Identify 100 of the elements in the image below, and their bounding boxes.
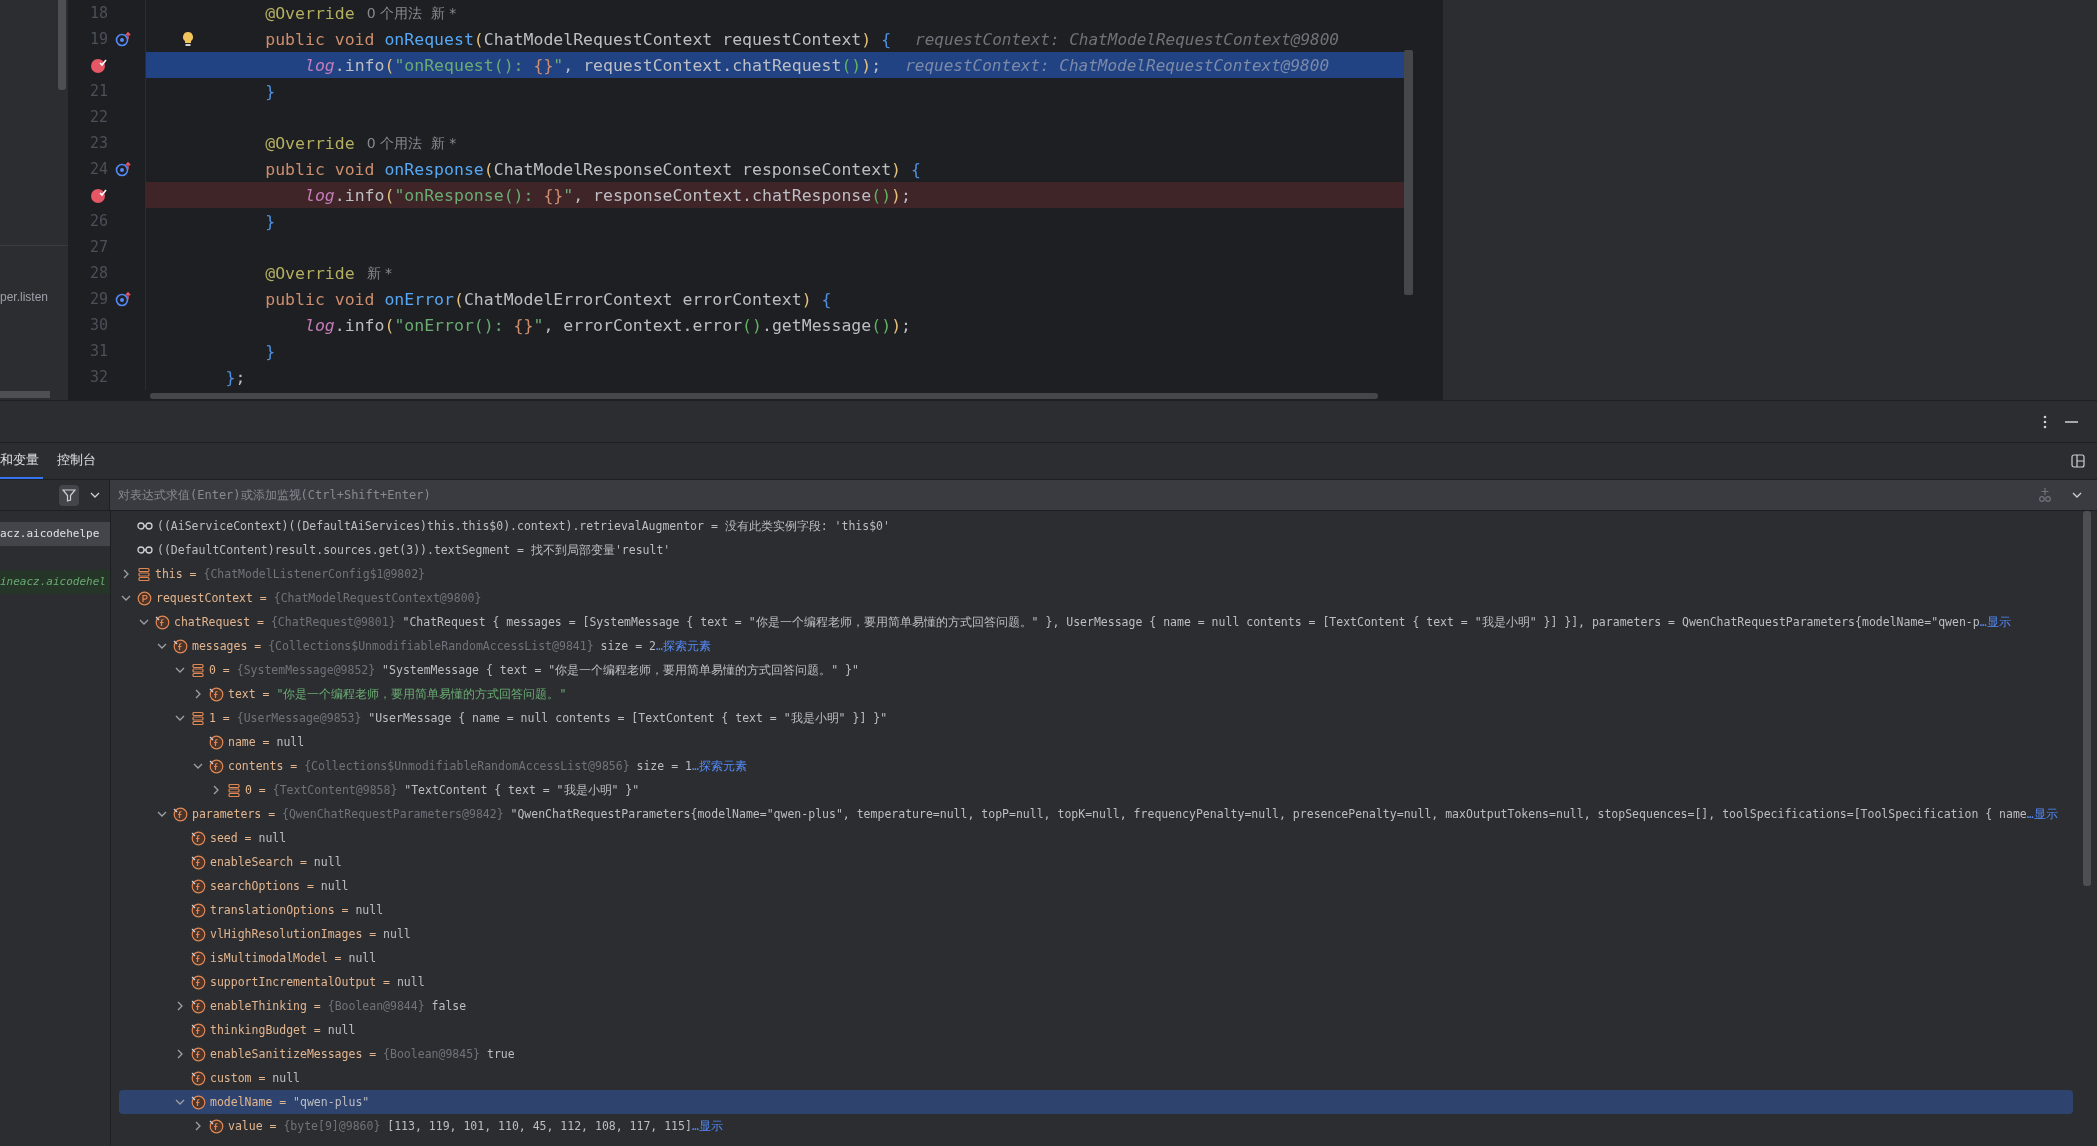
variable-entry: seed = null	[210, 831, 287, 845]
variable-entry: vlHighResolutionImages = null	[210, 927, 411, 941]
code-line: log.info("onError(): {}", errorContext.error().getMessage());	[304, 315, 911, 335]
editor-line[interactable]: @Override 0 个用法 新 *	[145, 0, 1404, 26]
variable-row[interactable]: custom = null	[119, 1066, 2073, 1090]
stack-icon	[191, 662, 205, 678]
variable-row[interactable]: modelName = "qwen-plus"	[119, 1090, 2073, 1114]
variable-entry: 0 = {SystemMessage@9852} "SystemMessage { text = "你是一个编程老师，要用简单易懂的方式回答问题。" }"	[209, 662, 859, 678]
variable-entry: 0 = {TextContent@9858} "TextContent { text = "我是小明" }"	[245, 782, 640, 798]
usage-hint[interactable]: 新 *	[366, 263, 393, 283]
stack-frame[interactable]: ineacz.aicodehel	[0, 570, 110, 594]
show-link[interactable]: …显示	[691, 1118, 723, 1134]
variable-entry: name = null	[228, 735, 305, 749]
field-icon	[191, 950, 206, 966]
filter-button[interactable]	[59, 484, 79, 506]
variable-entry: chatRequest = {ChatRequest@9801} "ChatRequest { messages = [SystemMessage { text = "你是一个编程老师，要用简单易懂的方式回答问题。" }, UserMessage { name = null contents = [TextContent { text = "我是小明" }] }], parameters = QwenChatRequestParameters{modelName="qwen-p	[174, 614, 1980, 630]
variable-row[interactable]: enableSearch = null	[119, 850, 2073, 874]
variable-row[interactable]: this = {ChatModelListenerConfig$1@9802}	[119, 562, 2073, 586]
code-line: @Override	[265, 3, 355, 23]
code-line: public void onRequest(ChatModelRequestContext requestContext) {	[265, 29, 892, 49]
glasses-icon	[137, 520, 153, 532]
variable-row[interactable]: thinkingBudget = null	[119, 1018, 2073, 1042]
variable-row[interactable]: contents = {Collections$UnmodifiableRandomAccessList@9856} size = 1…探索元素	[119, 754, 2073, 778]
variable-entry: parameters = {QwenChatRequestParameters@9842} "QwenChatRequestParameters{modelName="qwen-plus", temperature=null, topP=null, topK=null, frequencyPenalty=null, presencePenalty=null, maxOutputTokens=null, stopSequences=[], toolSpecifications=[ToolSpecification { name	[192, 807, 2027, 821]
editor-line[interactable]: };	[145, 364, 1404, 390]
editor-line[interactable]: log.info("onError(): {}", errorContext.error().getMessage());	[145, 312, 1404, 338]
stack-icon	[137, 566, 151, 582]
project-tree-item[interactable]: per.listen	[0, 290, 68, 304]
field-icon	[209, 734, 224, 750]
variable-row[interactable]: vlHighResolutionImages = null	[119, 922, 2073, 946]
parameter-icon	[137, 590, 152, 606]
usage-hint[interactable]: 0 个用法 新 *	[366, 3, 457, 23]
code-line: public void onError(ChatModelErrorContext errorContext) {	[265, 289, 832, 309]
breakpoint-icon[interactable]	[90, 186, 108, 204]
variable-row[interactable]: messages = {Collections$UnmodifiableRandomAccessList@9841} size = 2…探索元素	[119, 634, 2073, 658]
scrollbar[interactable]	[0, 391, 50, 398]
scrollbar[interactable]	[150, 393, 1378, 399]
variable-entry: ((AiServiceContext)((DefaultAiServices)this.this$0).context).retrievalAugmentor = 没有此类实例字段: 'this$0'	[157, 518, 890, 534]
variable-row[interactable]: 1 = {UserMessage@9853} "UserMessage { name = null contents = [TextContent { text = "我是小明" }] }"	[119, 706, 2073, 730]
code-line: log.info("onResponse(): {}", responseContext.chatResponse());	[304, 185, 911, 205]
field-icon	[191, 902, 206, 918]
usage-hint[interactable]: 0 个用法 新 *	[366, 133, 457, 153]
editor-line[interactable]: }	[145, 338, 1404, 364]
field-icon	[173, 638, 188, 654]
show-link[interactable]: …探索元素	[691, 758, 747, 774]
variable-row[interactable]: supportIncrementalOutput = null	[119, 970, 2073, 994]
field-icon	[209, 1118, 224, 1134]
scrollbar[interactable]	[1404, 50, 1413, 295]
variable-entry: 1 = {UserMessage@9853} "UserMessage { name = null contents = [TextContent { text = "我是小明" }] }"	[209, 710, 888, 726]
variable-row[interactable]: ((DefaultContent)result.sources.get(3)).textSegment = 找不到局部变量'result'	[119, 538, 2073, 562]
inline-value: requestContext: ChatModelRequestContext@9800	[915, 29, 1339, 49]
layout-icon[interactable]	[2071, 454, 2085, 468]
variable-entry: contents = {Collections$UnmodifiableRandomAccessList@9856} size = 1	[228, 759, 692, 773]
variable-row[interactable]: translationOptions = null	[119, 898, 2073, 922]
glasses-icon	[137, 544, 153, 556]
scrollbar[interactable]	[58, 0, 66, 90]
variable-entry: ((DefaultContent)result.sources.get(3)).textSegment = 找不到局部变量'result'	[157, 542, 671, 558]
code-line: @Override	[265, 133, 355, 153]
field-icon	[191, 1046, 206, 1062]
variable-row[interactable]: 0 = {TextContent@9858} "TextContent { text = "我是小明" }"	[119, 778, 2073, 802]
variable-row[interactable]: value = {byte[9]@9860} [113, 119, 101, 110, 45, 112, 108, 117, 115]…显示	[119, 1114, 2073, 1138]
variable-row[interactable]: ((AiServiceContext)((DefaultAiServices)this.this$0).context).retrievalAugmentor = 没有此类实例字段: 'this$0'	[119, 514, 2073, 538]
variable-row[interactable]: requestContext = {ChatModelRequestContext@9800}	[119, 586, 2073, 610]
code-line: @Override	[265, 263, 355, 283]
code-line: }	[265, 211, 276, 231]
field-icon	[191, 878, 206, 894]
variable-entry: enableSearch = null	[210, 855, 342, 869]
field-icon	[173, 806, 188, 822]
show-link[interactable]: …显示	[2026, 806, 2058, 822]
stack-icon	[191, 710, 205, 726]
variable-row[interactable]: 0 = {SystemMessage@9852} "SystemMessage { text = "你是一个编程老师，要用简单易懂的方式回答问题。" }"	[119, 658, 2073, 682]
code-line: log.info("onRequest(): {}", requestContext.chatRequest());	[304, 55, 882, 75]
variable-row[interactable]: name = null	[119, 730, 2073, 754]
variable-entry: translationOptions = null	[210, 903, 384, 917]
variable-row[interactable]: enableSanitizeMessages = {Boolean@9845} true	[119, 1042, 2073, 1066]
lightbulb-icon[interactable]	[181, 31, 195, 47]
variable-row[interactable]: enableThinking = {Boolean@9844} false	[119, 994, 2073, 1018]
variable-entry: enableSanitizeMessages = {Boolean@9845} true	[210, 1047, 515, 1061]
show-link[interactable]: …探索元素	[655, 638, 711, 654]
panel-tab[interactable]: 控制台	[57, 443, 100, 479]
variable-row[interactable]: isMultimodalModel = null	[119, 946, 2073, 970]
show-link[interactable]: …显示	[1979, 614, 2011, 630]
variable-row[interactable]: text = "你是一个编程老师，要用简单易懂的方式回答问题。"	[119, 682, 2073, 706]
variable-row[interactable]: seed = null	[119, 826, 2073, 850]
field-icon	[191, 1094, 206, 1110]
code-line: }	[265, 81, 276, 101]
scrollbar[interactable]	[2083, 511, 2091, 886]
more-icon[interactable]	[2042, 413, 2048, 430]
variable-entry: text = "你是一个编程老师，要用简单易懂的方式回答问题。"	[228, 686, 567, 702]
breakpoint-icon[interactable]	[90, 56, 108, 74]
variable-entry: isMultimodalModel = null	[210, 951, 377, 965]
variable-entry: enableThinking = {Boolean@9844} false	[210, 999, 467, 1013]
variable-entry: this = {ChatModelListenerConfig$1@9802}	[155, 567, 426, 581]
stack-frame[interactable]: acz.aicodehelpe	[0, 522, 110, 546]
expression-field[interactable]: 对表达式求值(Enter)或添加监视(Ctrl+Shift+Enter)	[110, 480, 2027, 510]
variable-entry: custom = null	[210, 1071, 300, 1085]
variable-entry: value = {byte[9]@9860} [113, 119, 101, 110, 45, 112, 108, 117, 115]	[228, 1119, 692, 1133]
field-icon	[191, 1022, 206, 1038]
field-icon	[209, 758, 224, 774]
variable-row[interactable]: searchOptions = null	[119, 874, 2073, 898]
